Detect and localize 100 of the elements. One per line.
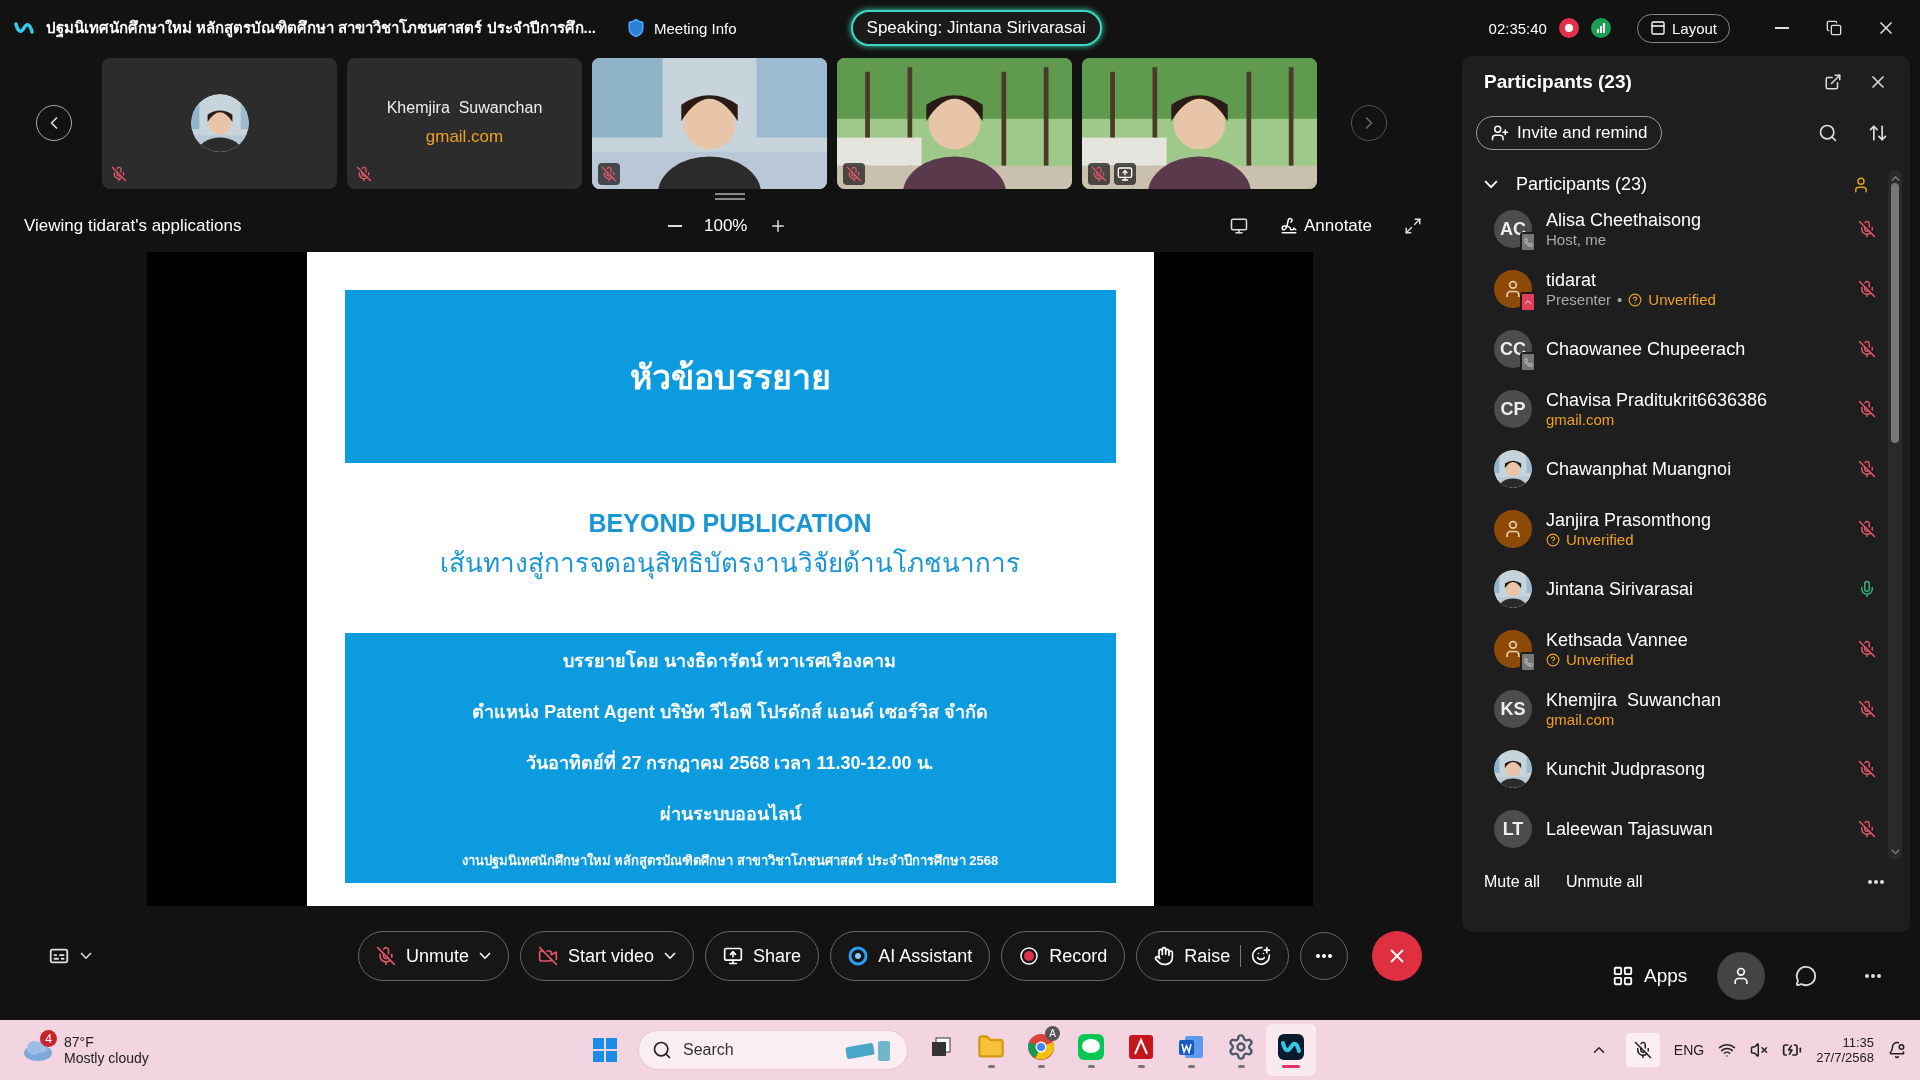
hand-icon — [1154, 946, 1175, 966]
participant-row[interactable]: Jintana Sirivarasai — [1482, 559, 1888, 619]
taskbar-app[interactable]: A — [1016, 1024, 1066, 1076]
apps-button[interactable]: Apps — [1608, 961, 1692, 992]
slide-text: ผ่านระบบออนไลน์ — [659, 802, 801, 826]
meeting-app-icon — [1277, 1032, 1305, 1061]
expand-icon — [1404, 217, 1422, 235]
pop-out-icon — [1824, 73, 1842, 91]
unmute-all-button[interactable]: Unmute all — [1560, 872, 1649, 892]
video-button[interactable]: Start video — [520, 931, 695, 981]
participant-name: Chavisa Praditukrit6636386 — [1546, 390, 1769, 411]
participant-name: Khemjira Suwanchan — [1546, 690, 1723, 711]
share-button[interactable]: Share — [705, 931, 820, 981]
participant-row[interactable]: Janjira Prasomthong Unverified — [1482, 499, 1888, 559]
leave-button[interactable] — [1372, 931, 1423, 981]
participant-role: Presenter — [1546, 291, 1612, 308]
person-icon — [1503, 639, 1523, 659]
unverified-label: Unverified — [1648, 291, 1716, 308]
monitor-icon — [1229, 217, 1248, 235]
slide-footer: งานปฐมนิเทศนักศึกษาใหม่ หลักสูตรบัณฑิตศึกษา สาขาวิชาโภชนศาสตร์ ประจำปีการศึกษา 2568 — [461, 849, 999, 871]
video-off-icon — [538, 946, 559, 966]
muted-microphone-icon — [376, 946, 396, 966]
person-icon — [1503, 519, 1523, 539]
slide-subheading: เส้นทางสู่การจดอนุสิทธิบัตรงานวิจัยด้านโภชนาการ — [440, 547, 1020, 581]
viewing-label: Viewing tidarat's applications — [24, 216, 243, 236]
participant-name: Kethsada Vannee — [1546, 630, 1689, 651]
participant-row[interactable]: KS Khemjira Suwanchan gmail.com — [1482, 679, 1888, 739]
video-tile[interactable] — [102, 57, 337, 189]
question-icon — [1628, 292, 1643, 307]
record-button[interactable]: Record — [1001, 931, 1126, 981]
four-squares-icon — [592, 1037, 618, 1063]
participant-name: Chaowanee Chupeerach — [1546, 338, 1747, 360]
wifi-icon — [1718, 1041, 1737, 1059]
unverified-label: Unverified — [1566, 531, 1634, 548]
host-icon — [1852, 175, 1870, 194]
add-person-icon — [1491, 124, 1509, 142]
reaction-icon — [1251, 946, 1272, 966]
participant-name: Janjira Prasomthong — [1546, 510, 1713, 531]
participant-row[interactable]: Kethsada Vannee Unverified — [1482, 619, 1888, 679]
participant-name: tidarat — [1546, 270, 1598, 291]
participant-row[interactable]: CC Chaowanee Chupeerach — [1482, 319, 1888, 379]
slide-text: ตำแหน่ง Patent Agent บริษัท วีไอพี โปรดักส์ แอนด์ เซอร์วิส จำกัด — [472, 700, 988, 724]
participant-name: Khemjira Suwanchan — [386, 99, 543, 117]
scroll-up-icon — [1890, 176, 1900, 182]
participant-email: gmail.com — [1546, 411, 1615, 428]
weather-condition: Mostly cloudy — [64, 1050, 149, 1066]
notification-icon — [1888, 1041, 1906, 1059]
participant-row[interactable]: Chawanphat Muangnoi — [1482, 439, 1888, 499]
participant-role: Host, me — [1546, 231, 1606, 248]
muted-microphone-icon — [1633, 1041, 1652, 1059]
scroll-down-icon — [1890, 848, 1900, 854]
unverified-label: Unverified — [1566, 651, 1634, 668]
participant-row[interactable]: Kunchit Judprasong — [1482, 739, 1888, 799]
question-icon — [1546, 532, 1560, 547]
meeting-info-button[interactable]: Meeting Info — [620, 17, 743, 39]
participant-name: Alisa Cheethaisong — [1546, 210, 1703, 231]
participant-row[interactable]: CP Chavisa Praditukrit6636386 gmail.com — [1482, 379, 1888, 439]
participant-row[interactable]: tidarat Presenter • Unverified — [1482, 259, 1888, 319]
restore-icon — [1826, 20, 1842, 36]
panel-title: Participants (23) — [1484, 71, 1632, 93]
scrollbar[interactable] — [1888, 170, 1902, 860]
settings-icon — [1227, 1032, 1255, 1061]
meeting-title: ปฐมนิเทศนักศึกษาใหม่ หลักสูตรบัณฑิตศึกษา สาขาวิชาโภชนศาสตร์ ประจำปีการศึก... — [46, 18, 596, 40]
video-tile[interactable]: Khemjira Suwanchan gmail.com — [347, 57, 582, 189]
clock-date: 27/7/2568 — [1816, 1050, 1874, 1065]
slide-text: วันอาทิตย์ที่ 27 กรกฎาคม 2568 เวลา 11.30-12.00 น. — [526, 749, 934, 775]
pen-icon — [1279, 217, 1298, 235]
ai-button[interactable]: AI Assistant — [830, 931, 991, 981]
taskbar-app[interactable] — [1266, 1024, 1316, 1076]
chat-bubble-icon — [1077, 1032, 1105, 1061]
participant-row[interactable]: LT Laleewan Tajasuwan — [1482, 799, 1888, 859]
participant-name: Jintana Sirivarasai — [1546, 578, 1695, 600]
search-icon — [652, 1040, 672, 1060]
search-field[interactable]: Search — [638, 1030, 908, 1070]
unmute-button[interactable]: Unmute — [358, 931, 510, 981]
search-icon — [1818, 123, 1838, 143]
scroll-thumb[interactable] — [1891, 183, 1899, 444]
person-icon — [1503, 279, 1523, 299]
slide-heading: BEYOND PUBLICATION — [588, 509, 872, 538]
assistant-icon — [848, 946, 869, 966]
group-header[interactable]: Participants (23) — [1482, 170, 1888, 199]
app-logo-icon — [14, 20, 34, 36]
volume-muted-icon — [1750, 1041, 1769, 1059]
shield-icon — [626, 18, 646, 38]
zoom-level: 100% — [704, 216, 748, 236]
participant-row[interactable]: AC Alisa Cheethaisong Host, me — [1482, 199, 1888, 259]
more-icon — [1865, 974, 1882, 979]
participant-email: gmail.com — [425, 127, 504, 147]
raise-button[interactable]: Raise — [1136, 931, 1290, 981]
mic-off-button[interactable] — [1625, 1033, 1660, 1067]
drag-handle-icon[interactable] — [715, 193, 745, 201]
annotate-button[interactable]: Annotate — [1273, 215, 1378, 237]
invite-button[interactable]: Invite and remind — [1476, 116, 1663, 150]
slide-text: บรรยายโดย นางธิดารัตน์ ทวาเรศเรืองคาม — [563, 649, 897, 673]
mute-all-button[interactable]: Mute all — [1478, 872, 1547, 892]
folder-icon — [977, 1032, 1005, 1061]
avatar-initials: CC — [1500, 338, 1526, 360]
avatar-initials: KS — [1500, 698, 1526, 720]
language-indicator[interactable]: ENG — [1673, 1042, 1705, 1058]
caret-icon — [80, 952, 92, 960]
